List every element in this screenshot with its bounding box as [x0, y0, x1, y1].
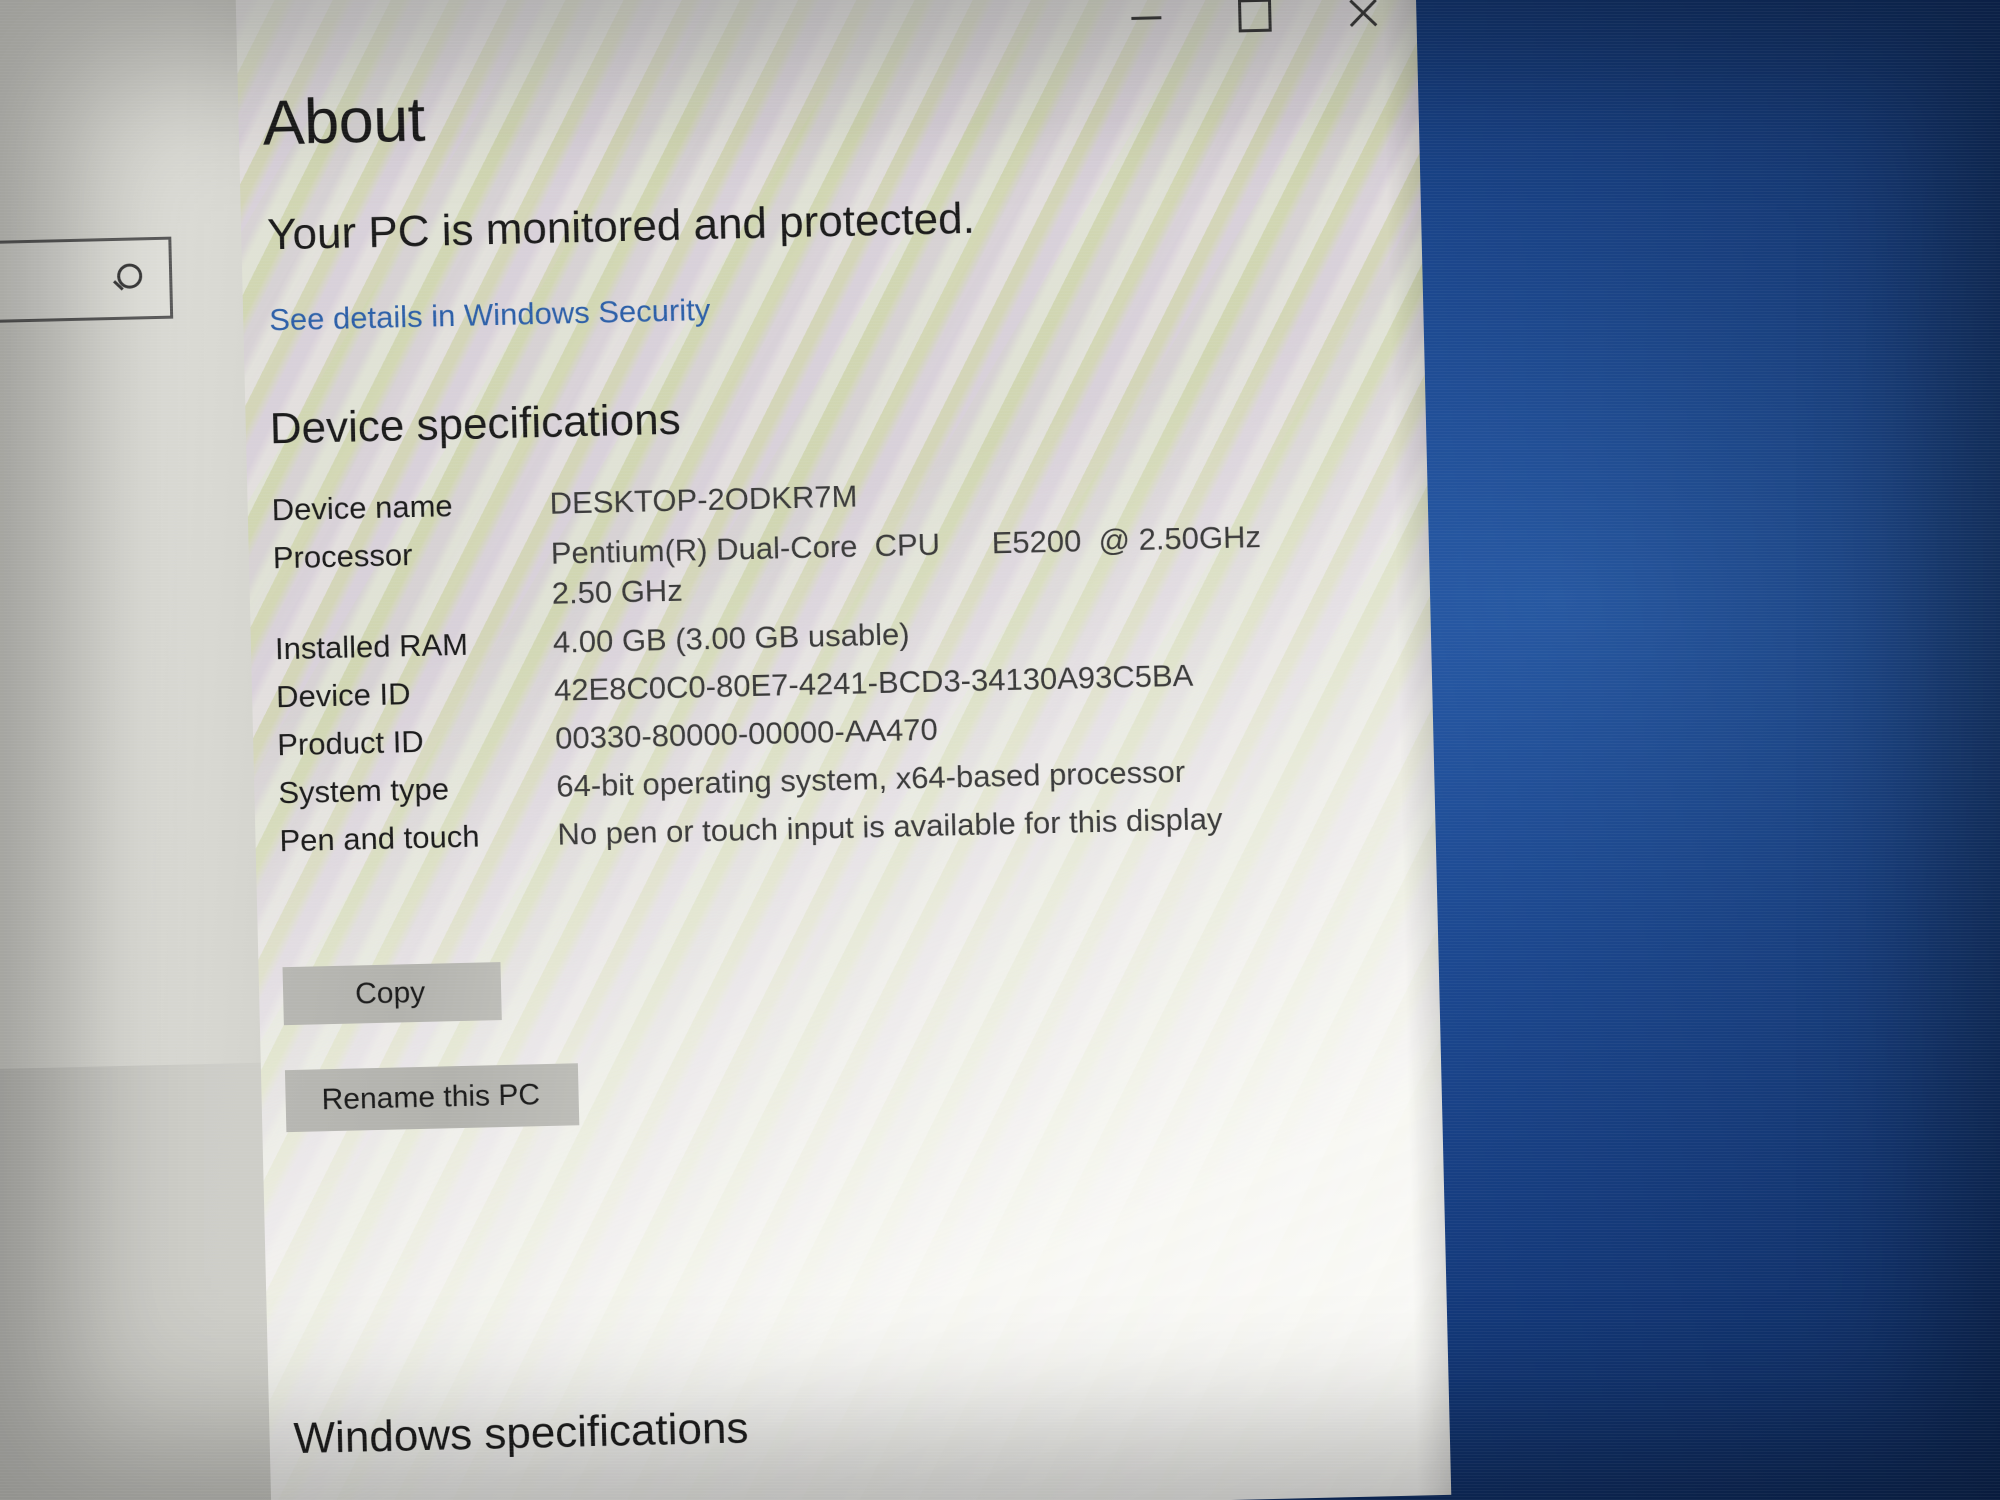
maximize-button[interactable] — [1199, 0, 1310, 72]
spec-label: Device name — [271, 488, 454, 528]
search-input[interactable] — [0, 236, 174, 326]
spec-value: Pentium(R) Dual-Core CPU E5200 @ 2.50GHz… — [550, 519, 1262, 611]
rename-pc-button[interactable]: Rename this PC — [284, 1063, 580, 1133]
close-icon — [1345, 0, 1380, 30]
settings-nav-strip-lower — [0, 1062, 283, 1500]
spec-label: Processor — [272, 537, 413, 576]
windows-specifications-heading: Windows specifications — [293, 1403, 749, 1464]
spec-value: DESKTOP-2ODKR7M — [549, 478, 858, 521]
spec-row-processor: Processor Pentium(R) Dual-Core CPU E5200… — [272, 514, 1394, 620]
screenshot-root: About Your PC is monitored and protected… — [0, 0, 2000, 1500]
copy-button[interactable]: Copy — [282, 962, 502, 1026]
search-icon — [109, 261, 144, 296]
close-button[interactable] — [1307, 0, 1418, 70]
minimize-button[interactable] — [1091, 0, 1202, 75]
windows-security-link[interactable]: See details in Windows Security — [269, 292, 711, 338]
spec-value: 42E8C0C0-80E7-4241-BCD3-34130A93C5BA — [553, 658, 1194, 709]
spec-label: Product ID — [276, 724, 425, 763]
window-title-bar — [1091, 0, 1418, 63]
monitor-screen-area: About Your PC is monitored and protected… — [0, 0, 2000, 1500]
maximize-icon — [1237, 0, 1272, 32]
spec-value: 4.00 GB (3.00 GB usable) — [552, 616, 910, 661]
settings-nav-strip — [0, 0, 273, 1160]
spec-label: Pen and touch — [279, 818, 480, 859]
spec-value: No pen or touch input is available for t… — [557, 801, 1223, 853]
spec-value: 00330-80000-00000-AA470 — [554, 712, 939, 757]
spec-label: Installed RAM — [274, 627, 469, 667]
spec-value: 64-bit operating system, x64-based proce… — [555, 754, 1186, 805]
spec-label: Device ID — [275, 676, 411, 715]
protection-status-text: Your PC is monitored and protected. — [266, 193, 976, 260]
settings-window: About Your PC is monitored and protected… — [234, 0, 1452, 1500]
spec-label: System type — [277, 771, 450, 811]
page-title: About — [261, 84, 426, 159]
minimize-icon — [1131, 15, 1162, 20]
device-specifications-heading: Device specifications — [269, 394, 682, 454]
device-specifications-list: Device name DESKTOP-2ODKR7M Processor Pe… — [271, 466, 1400, 872]
